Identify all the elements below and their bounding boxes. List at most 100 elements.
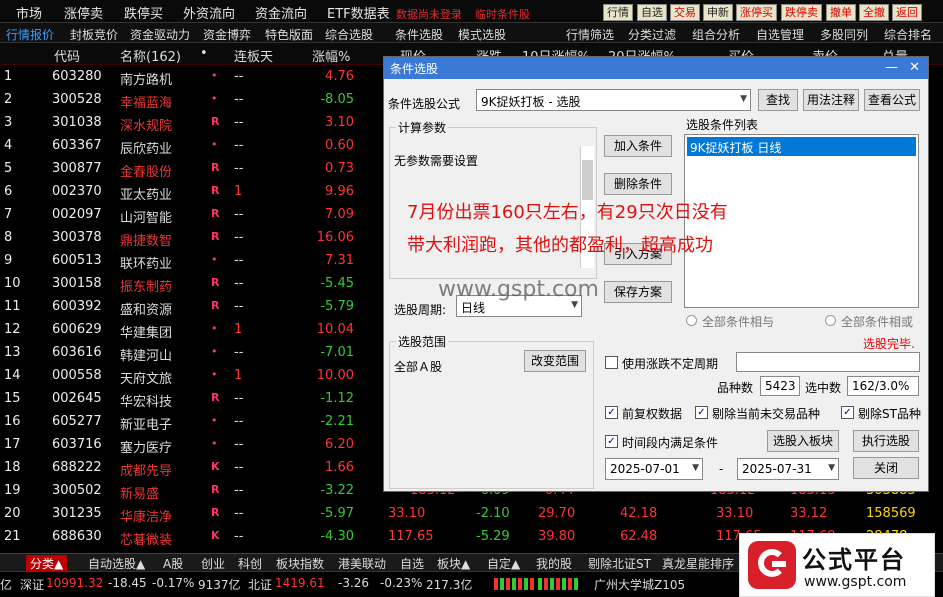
table-row[interactable]: 4 603367 辰欣药业 • -- 0.60 bbox=[0, 135, 383, 158]
limit-up-buy-button[interactable]: 涨停买 bbox=[736, 4, 777, 21]
category-star[interactable]: 科创 bbox=[238, 555, 262, 572]
brand-url: www.gspt.com bbox=[804, 574, 907, 590]
find-button[interactable]: 查找 bbox=[758, 89, 798, 111]
back-button[interactable]: 返回 bbox=[892, 4, 922, 21]
tab-quotes[interactable]: 行情报价 bbox=[6, 26, 54, 43]
add-to-board-button[interactable]: 选股入板块 bbox=[767, 430, 839, 452]
category-sector-index[interactable]: 板块指数 bbox=[276, 555, 324, 572]
stock-mark: • bbox=[211, 322, 218, 335]
tab-quote-filter[interactable]: 行情筛选 bbox=[566, 26, 614, 43]
table-row[interactable]: 15 002645 华宏科技 R -- -1.12 bbox=[0, 388, 383, 411]
table-row-extra[interactable]: 33.10 -2.10 29.70 42.18 33.10 33.12 158569 bbox=[0, 503, 916, 526]
uncertain-period-checkbox[interactable] bbox=[605, 356, 618, 369]
category-exclude-bse-st[interactable]: 剔除北证ST bbox=[588, 555, 651, 572]
table-row-extra[interactable]: 117.65-5.2939.8062.48117.65117.6928478 bbox=[0, 526, 907, 549]
table-row[interactable]: 13 603616 韩建河山 • -- -7.01 bbox=[0, 342, 383, 365]
stock-code: 300378 bbox=[52, 230, 102, 245]
tab-multi-stock[interactable]: 多股同列 bbox=[820, 26, 868, 43]
category-chinext[interactable]: 创业 bbox=[201, 555, 225, 572]
change-range-button[interactable]: 改变范围 bbox=[524, 350, 586, 372]
tab-condition-selection[interactable]: 条件选股 bbox=[395, 26, 443, 43]
menu-limit-down-buy[interactable]: 跌停买 bbox=[124, 3, 163, 22]
tab-capital-game[interactable]: 资金博弈 bbox=[203, 26, 251, 43]
table-row[interactable]: 3 301038 深水规院 R -- 3.10 bbox=[0, 112, 383, 135]
tab-category-filter[interactable]: 分类过滤 bbox=[628, 26, 676, 43]
menu-limit-up-sell[interactable]: 涨停卖 bbox=[64, 3, 103, 22]
close-icon[interactable]: ✕ bbox=[909, 60, 920, 75]
table-row[interactable]: 7 002097 山河智能 R -- 7.09 bbox=[0, 204, 383, 227]
table-row[interactable]: 14 000558 天府文旅 • 1 10.00 bbox=[0, 365, 383, 388]
delete-condition-button[interactable]: 删除条件 bbox=[604, 173, 672, 195]
usage-notes-button[interactable]: 用法注释 bbox=[803, 89, 859, 111]
tab-watchlist-manage[interactable]: 自选管理 bbox=[756, 26, 804, 43]
minimize-icon[interactable]: — bbox=[885, 60, 898, 75]
cancel-all-button[interactable]: 全撤 bbox=[859, 4, 889, 21]
formula-select[interactable]: 9K捉妖打板 - 选股 ▼ bbox=[476, 89, 751, 111]
stock-mark: R bbox=[211, 161, 220, 174]
header-name[interactable]: 名称(162) bbox=[120, 46, 181, 65]
uncertain-period-input[interactable] bbox=[736, 352, 920, 372]
table-row[interactable]: 12 600629 华建集团 • 1 10.04 bbox=[0, 319, 383, 342]
header-mark[interactable]: • bbox=[200, 46, 208, 61]
view-formula-button[interactable]: 查看公式 bbox=[864, 89, 920, 111]
trade-button[interactable]: 交易 bbox=[670, 4, 700, 21]
category-auto-select[interactable]: 自动选股▲ bbox=[88, 555, 145, 572]
date-from-value: 2025-07-01 bbox=[610, 462, 680, 476]
table-row[interactable]: 11 600392 盛和资源 R -- -5.79 bbox=[0, 296, 383, 319]
date-to-picker[interactable]: 2025-07-31 ▼ bbox=[737, 458, 839, 480]
tab-capital-drive[interactable]: 资金驱动力 bbox=[130, 26, 190, 43]
st-checkbox[interactable]: ✓ bbox=[841, 406, 854, 419]
scroll-thumb[interactable] bbox=[582, 160, 593, 200]
limit-down-sell-button[interactable]: 跌停卖 bbox=[781, 4, 822, 21]
table-row[interactable]: 18 688222 成都先导 K -- 1.66 bbox=[0, 457, 383, 480]
save-scheme-button[interactable]: 保存方案 bbox=[604, 281, 672, 303]
category-classify[interactable]: 分类▲ bbox=[26, 555, 68, 572]
condition-list-item[interactable]: 9K捉妖打板 日线 bbox=[687, 137, 916, 156]
category-my-stocks[interactable]: 我的股 bbox=[536, 555, 572, 572]
stock-mark: R bbox=[211, 184, 220, 197]
execute-selection-button[interactable]: 执行选股 bbox=[853, 430, 919, 452]
tab-ranking[interactable]: 综合排名 bbox=[884, 26, 932, 43]
table-row[interactable]: 2 300528 幸福蓝海 • -- -8.05 bbox=[0, 89, 383, 112]
date-from-picker[interactable]: 2025-07-01 ▼ bbox=[605, 458, 703, 480]
table-row[interactable]: 5 300877 金春股份 R -- 0.73 bbox=[0, 158, 383, 181]
table-row[interactable]: 1 603280 南方路机 • -- 4.76 bbox=[0, 66, 383, 89]
table-row[interactable]: 17 603716 塞力医疗 • -- 6.20 bbox=[0, 434, 383, 457]
time-range-checkbox[interactable]: ✓ bbox=[605, 435, 618, 448]
category-dragon-sort[interactable]: 真龙星能排序 bbox=[662, 555, 734, 572]
menu-foreign-flow[interactable]: 外资流向 bbox=[183, 3, 235, 22]
add-condition-button[interactable]: 加入条件 bbox=[604, 135, 672, 157]
watchlist-button[interactable]: 自选 bbox=[637, 4, 667, 21]
tab-combined-selection[interactable]: 综合选股 bbox=[325, 26, 373, 43]
table-row[interactable]: 16 605277 新亚电子 • -- -2.21 bbox=[0, 411, 383, 434]
category-watchlist[interactable]: 自选 bbox=[400, 555, 424, 572]
table-row[interactable]: 6 002370 亚太药业 R 1 9.96 bbox=[0, 181, 383, 204]
category-hk-us-link[interactable]: 港美联动 bbox=[338, 555, 386, 572]
table-row[interactable]: 10 300158 振东制药 R -- -5.45 bbox=[0, 273, 383, 296]
menu-etf-table[interactable]: ETF数据表 bbox=[327, 3, 390, 22]
tab-seal-bid[interactable]: 封板竞价 bbox=[70, 26, 118, 43]
header-code[interactable]: 代码 bbox=[54, 46, 80, 65]
category-sectors[interactable]: 板块▲ bbox=[437, 555, 470, 572]
tab-portfolio-analysis[interactable]: 组合分析 bbox=[692, 26, 740, 43]
bz-value: 1419.61 bbox=[275, 576, 325, 590]
menu-market[interactable]: 市场 bbox=[16, 3, 42, 22]
new-stock-button[interactable]: 申新 bbox=[703, 4, 733, 21]
table-row[interactable]: 9 600513 联环药业 • -- 7.31 bbox=[0, 250, 383, 273]
table-row[interactable]: 8 300378 鼎捷数智 R -- 16.06 bbox=[0, 227, 383, 250]
radio-and[interactable] bbox=[686, 315, 697, 326]
menu-bar: 市场 涨停卖 跌停买 外资流向 资金流向 ETF数据表 数据尚未登录 临时条件股… bbox=[0, 0, 943, 23]
quote-button[interactable]: 行情 bbox=[603, 4, 633, 21]
menu-capital-flow[interactable]: 资金流向 bbox=[255, 3, 307, 22]
cancel-order-button[interactable]: 撤单 bbox=[826, 4, 856, 21]
category-a-shares[interactable]: A股 bbox=[163, 555, 183, 572]
header-change-pct[interactable]: 涨幅% bbox=[312, 46, 350, 65]
untraded-checkbox[interactable]: ✓ bbox=[695, 406, 708, 419]
header-streak[interactable]: 连板天 bbox=[234, 46, 273, 65]
category-custom[interactable]: 自定▲ bbox=[487, 555, 520, 572]
close-button[interactable]: 关闭 bbox=[853, 457, 919, 479]
forward-adjust-checkbox[interactable]: ✓ bbox=[605, 406, 618, 419]
tab-feature-layout[interactable]: 特色版面 bbox=[265, 26, 313, 43]
tab-pattern-selection[interactable]: 模式选股 bbox=[458, 26, 506, 43]
radio-or[interactable] bbox=[825, 315, 836, 326]
